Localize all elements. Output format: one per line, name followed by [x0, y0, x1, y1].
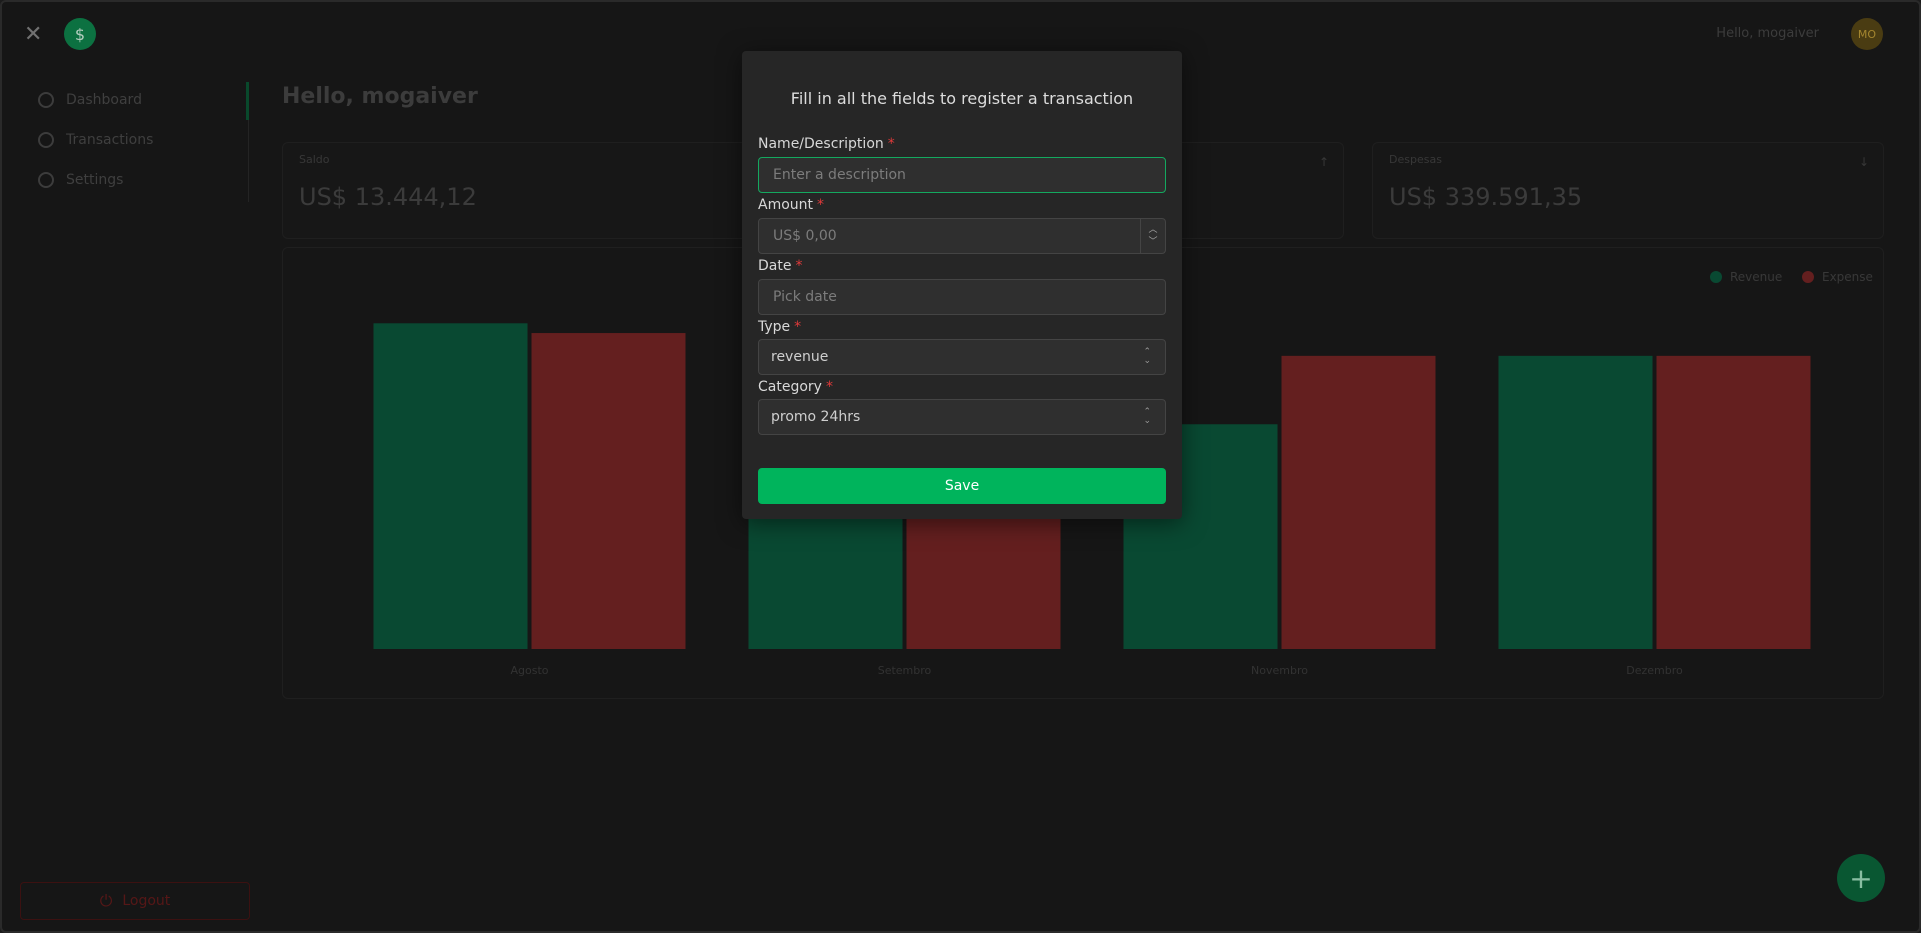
- amount-stepper[interactable]: ︿ ﹀: [1140, 219, 1165, 253]
- card-label: Saldo: [299, 153, 330, 166]
- bar-expense-3: [1656, 355, 1811, 649]
- required-mark: *: [795, 258, 803, 274]
- description-input[interactable]: [771, 166, 1165, 184]
- category-select-value: promo 24hrs: [771, 409, 861, 425]
- sidebar-item-dashboard[interactable]: Dashboard: [38, 88, 142, 112]
- required-mark: *: [817, 197, 825, 213]
- home-icon: [38, 92, 54, 108]
- required-mark: *: [825, 379, 833, 395]
- type-label: Type *: [758, 319, 802, 335]
- balance-card: Saldo US$ 13.444,12: [282, 142, 764, 239]
- x-tick-label: Novembro: [1251, 664, 1308, 677]
- sidebar: Dashboard Transactions Settings: [2, 68, 250, 931]
- logo: $: [64, 18, 96, 50]
- bar-revenue-0: [373, 323, 528, 649]
- sidebar-item-transactions[interactable]: Transactions: [38, 128, 153, 152]
- amount-input[interactable]: [771, 227, 1165, 245]
- expense-card: Despesas US$ 339.591,35 ↓: [1372, 142, 1884, 239]
- card-label: Despesas: [1389, 153, 1442, 166]
- legend-label: Revenue: [1730, 270, 1783, 284]
- card-value: US$ 339.591,35: [1389, 183, 1583, 211]
- legend-swatch: [1802, 271, 1814, 283]
- save-button[interactable]: Save: [758, 468, 1166, 504]
- amount-field[interactable]: ︿ ﹀: [758, 218, 1166, 254]
- logout-icon: ⏻: [99, 891, 113, 910]
- logout-label: Logout: [122, 893, 171, 909]
- add-transaction-button[interactable]: +: [1837, 854, 1885, 902]
- name-label: Name/Description *: [758, 136, 895, 152]
- transaction-modal: Fill in all the fields to register a tra…: [742, 51, 1182, 519]
- gear-icon: [38, 172, 54, 188]
- bar-revenue-3: [1498, 355, 1653, 649]
- sidebar-active-indicator: [246, 82, 249, 120]
- select-chevron-icon: ⌃ ⌄: [1143, 347, 1151, 366]
- bar-expense-2: [1281, 355, 1436, 649]
- sidebar-item-settings[interactable]: Settings: [38, 168, 123, 192]
- logout-button[interactable]: ⏻ Logout: [20, 882, 250, 920]
- category-select[interactable]: promo 24hrs ⌃ ⌄: [758, 399, 1166, 435]
- date-input[interactable]: [771, 288, 1165, 306]
- sidebar-divider: [248, 120, 249, 202]
- required-mark: *: [794, 319, 802, 335]
- legend-swatch: [1710, 271, 1722, 283]
- type-select[interactable]: revenue ⌃ ⌄: [758, 339, 1166, 375]
- sidebar-item-label: Settings: [66, 172, 124, 188]
- dollar-icon: $: [74, 24, 86, 44]
- category-label: Category *: [758, 379, 833, 395]
- select-chevron-icon: ⌃ ⌄: [1143, 407, 1151, 426]
- chevron-down-icon[interactable]: ﹀: [1148, 236, 1157, 248]
- card-value: US$ 13.444,12: [299, 183, 477, 211]
- amount-label: Amount *: [758, 197, 825, 213]
- user-greeting: Hello, mogaiver: [1716, 26, 1819, 41]
- page-title: Hello, mogaiver: [282, 84, 478, 109]
- close-icon[interactable]: ✕: [24, 22, 42, 47]
- legend-revenue: Revenue: [1710, 270, 1782, 284]
- x-tick-label: Dezembro: [1626, 664, 1683, 677]
- modal-title: Fill in all the fields to register a tra…: [790, 89, 1134, 108]
- required-mark: *: [887, 136, 895, 152]
- description-field[interactable]: [758, 157, 1166, 193]
- arrow-up-icon: ↑: [1318, 155, 1329, 169]
- date-field[interactable]: [758, 279, 1166, 315]
- type-select-value: revenue: [771, 349, 829, 365]
- x-tick-label: Setembro: [878, 664, 932, 677]
- legend-label: Expense: [1822, 270, 1873, 284]
- sidebar-item-label: Dashboard: [66, 92, 142, 108]
- x-tick-label: Agosto: [510, 664, 548, 677]
- avatar[interactable]: MO: [1851, 18, 1883, 50]
- sidebar-item-label: Transactions: [66, 132, 154, 148]
- chevron-up-icon[interactable]: ︿: [1148, 224, 1157, 236]
- bar-expense-0: [531, 333, 686, 649]
- arrow-down-icon: ↓: [1858, 155, 1869, 169]
- app-window: ✕ $ Hello, mogaiver MO Dashboard Transac…: [0, 0, 1921, 933]
- arrows-icon: [38, 132, 54, 148]
- legend-expense: Expense: [1802, 270, 1873, 284]
- date-label: Date *: [758, 258, 803, 274]
